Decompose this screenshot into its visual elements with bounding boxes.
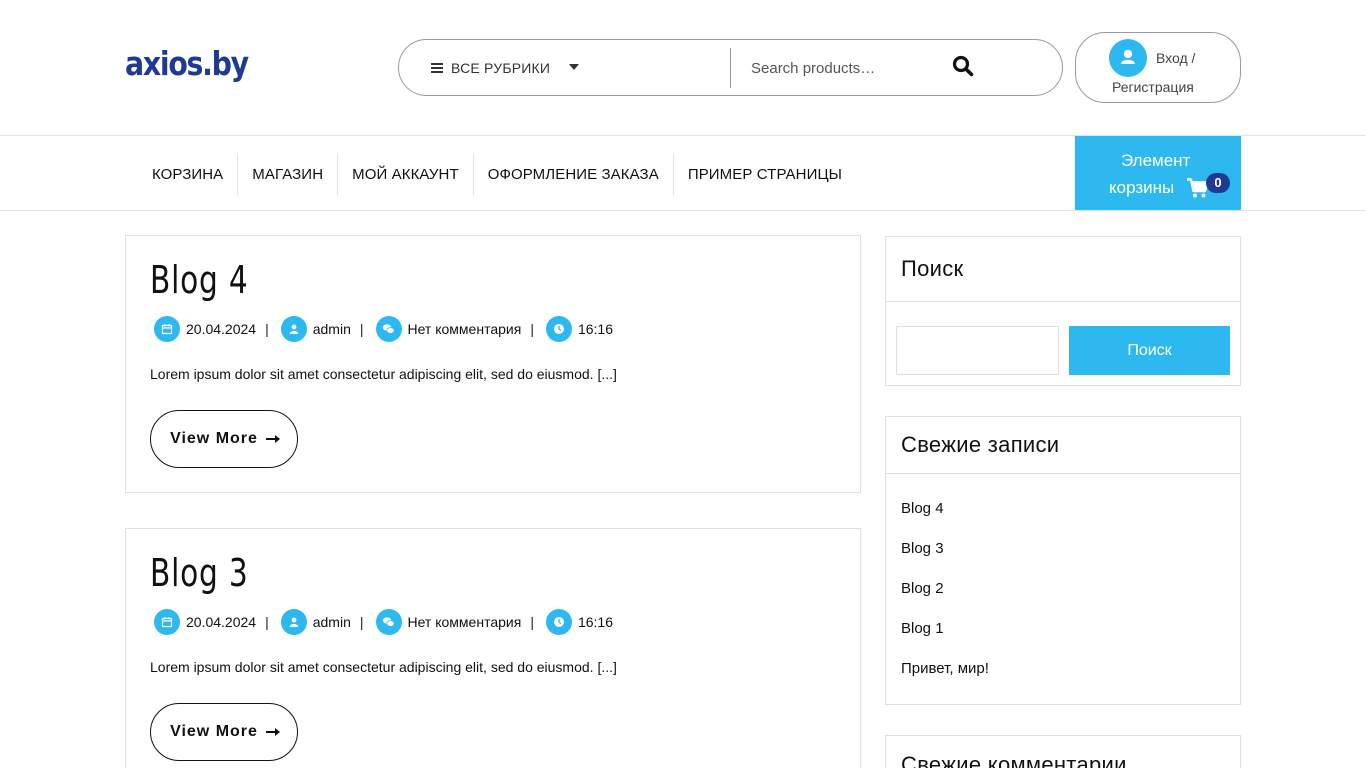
post-author[interactable]: admin [313, 321, 351, 337]
recent-post-link[interactable]: Blog 2 [901, 570, 1240, 610]
search-input[interactable] [741, 48, 941, 88]
main-navigation: КОРЗИНА МАГАЗИН МОЙ АККАУНТ ОФОРМЛЕНИЕ З… [0, 136, 1366, 211]
post-excerpt: Lorem ipsum dolor sit amet consectetur a… [150, 366, 617, 382]
post-comments[interactable]: Нет комментария [408, 321, 522, 337]
site-header: axios.by ВСЕ РУБРИКИ Вход / Регистрация [0, 0, 1366, 136]
arrow-right-icon [265, 728, 280, 736]
cart-count-badge: 0 [1206, 173, 1230, 193]
calendar-icon [154, 609, 180, 635]
blog-post: Blog 4 20.04.2024 | admin | Нет комментари… [125, 235, 861, 493]
post-date[interactable]: 20.04.2024 [186, 321, 256, 337]
recent-post-link[interactable]: Blog 3 [901, 530, 1240, 570]
comments-icon [375, 316, 402, 342]
recent-posts-title: Свежие записи [886, 417, 1240, 474]
meta-separator: | [265, 321, 269, 337]
post-excerpt: Lorem ipsum dolor sit amet consectetur a… [150, 659, 617, 675]
search-widget: Поиск Поиск [885, 236, 1241, 386]
cart-label-line2: корзины [1109, 178, 1175, 197]
login-label: Вход / [1156, 50, 1196, 66]
category-dropdown[interactable]: ВСЕ РУБРИКИ [431, 40, 550, 95]
nav-item-cart[interactable]: КОРЗИНА [138, 153, 239, 195]
post-title[interactable]: Blog 3 [150, 551, 248, 595]
nav-menu: КОРЗИНА МАГАЗИН МОЙ АККАУНТ ОФОРМЛЕНИЕ З… [138, 153, 856, 195]
sidebar-search-input[interactable] [896, 326, 1059, 375]
meta-separator: | [530, 614, 534, 630]
recent-post-link[interactable]: Blog 1 [901, 610, 1240, 650]
menu-icon [431, 62, 443, 73]
view-more-button[interactable]: View More [150, 410, 298, 468]
post-comments[interactable]: Нет комментария [408, 614, 522, 630]
comments-icon [375, 609, 402, 635]
login-register-button[interactable]: Вход / Регистрация [1075, 32, 1241, 103]
post-title[interactable]: Blog 4 [150, 258, 248, 302]
cart-button[interactable]: Элемент корзины 0 [1075, 136, 1241, 210]
recent-comments-widget: Свежие комментарии [885, 735, 1241, 768]
recent-posts-list: Blog 4 Blog 3 Blog 2 Blog 1 Привет, мир! [886, 474, 1240, 690]
search-button[interactable] [951, 54, 979, 82]
view-more-label: View More [170, 723, 258, 740]
search-icon [952, 55, 974, 77]
post-time: 16:16 [577, 321, 613, 337]
chevron-down-icon[interactable] [569, 64, 579, 70]
clock-icon [545, 609, 572, 635]
nav-item-my-account[interactable]: МОЙ АККАУНТ [338, 153, 474, 195]
post-time: 16:16 [577, 614, 613, 630]
user-icon [280, 316, 307, 342]
view-more-label: View More [170, 430, 258, 447]
recent-post-link[interactable]: Привет, мир! [901, 650, 1240, 690]
view-more-button[interactable]: View More [150, 703, 298, 761]
arrow-right-icon [265, 435, 280, 443]
post-meta: 20.04.2024 | admin | Нет комментария | 16:1… [154, 316, 622, 342]
user-icon [1109, 39, 1147, 77]
cart-label-line1: Элемент [1121, 151, 1191, 170]
recent-comments-title: Свежие комментарии [886, 736, 1240, 768]
product-search-bar: ВСЕ РУБРИКИ [398, 39, 1063, 96]
register-label: Регистрация [1112, 79, 1194, 95]
calendar-icon [154, 316, 180, 342]
nav-item-checkout[interactable]: ОФОРМЛЕНИЕ ЗАКАЗА [474, 153, 674, 195]
nav-item-sample-page[interactable]: ПРИМЕР СТРАНИЦЫ [674, 153, 856, 195]
search-divider [730, 48, 731, 88]
category-dropdown-label: ВСЕ РУБРИКИ [451, 59, 551, 76]
meta-separator: | [530, 321, 534, 337]
user-icon [280, 609, 307, 635]
meta-separator: | [359, 321, 364, 337]
nav-item-shop[interactable]: МАГАЗИН [238, 153, 339, 195]
post-meta: 20.04.2024 | admin | Нет комментария | 16:1… [154, 609, 622, 635]
site-logo[interactable]: axios.by [125, 44, 249, 83]
recent-posts-widget: Свежие записи Blog 4 Blog 3 Blog 2 Blog … [885, 416, 1241, 705]
sidebar-search-button[interactable]: Поиск [1069, 326, 1230, 375]
post-author[interactable]: admin [313, 614, 351, 630]
meta-separator: | [359, 614, 364, 630]
blog-post: Blog 3 20.04.2024 | admin | Нет комментари… [125, 528, 861, 768]
meta-separator: | [265, 614, 269, 630]
recent-post-link[interactable]: Blog 4 [901, 490, 1240, 530]
search-widget-title: Поиск [886, 237, 1240, 302]
post-date[interactable]: 20.04.2024 [186, 614, 256, 630]
clock-icon [545, 316, 572, 342]
